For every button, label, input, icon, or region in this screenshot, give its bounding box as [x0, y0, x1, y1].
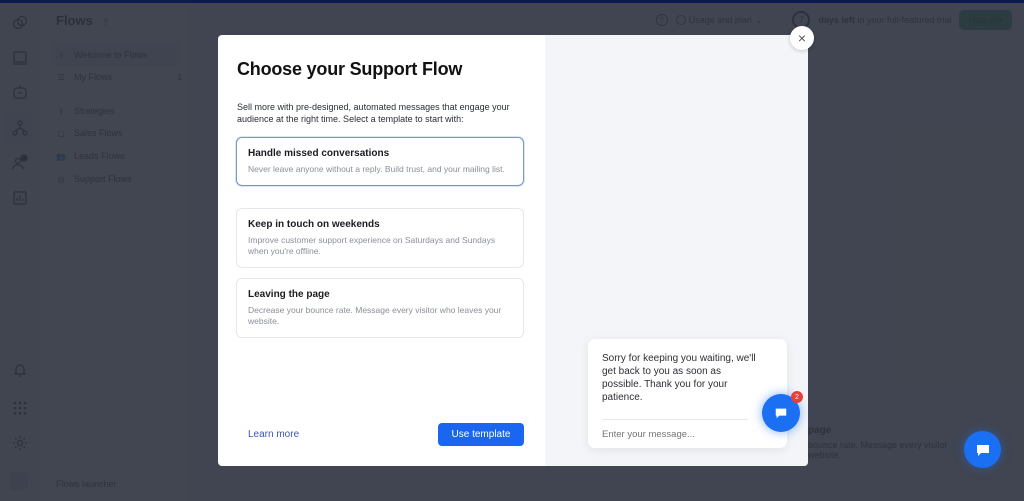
template-title: Keep in touch on weekends [248, 219, 380, 230]
chat-launcher-button[interactable] [964, 431, 1001, 468]
close-icon: × [797, 30, 807, 46]
chat-preview-card: Sorry for keeping you waiting, we'll get… [588, 339, 787, 448]
choose-flow-modal: Choose your Support Flow Sell more with … [218, 35, 808, 466]
unread-badge: 2 [791, 391, 803, 403]
chat-message-input[interactable] [602, 429, 752, 440]
chat-icon [976, 444, 989, 456]
template-description: Decrease your bounce rate. Message every… [248, 305, 502, 326]
modal-content: Choose your Support Flow Sell more with … [218, 35, 545, 466]
preview-panel: Sorry for keeping you waiting, we'll get… [545, 35, 808, 466]
template-card-missed-conversations[interactable]: Handle missed conversations Never leave … [236, 137, 524, 186]
use-template-button[interactable]: Use template [438, 423, 524, 446]
template-description: Never leave anyone without a reply. Buil… [248, 164, 505, 174]
template-title: Leaving the page [248, 289, 330, 300]
template-description: Improve customer support experience on S… [248, 235, 496, 256]
chat-divider [602, 419, 748, 420]
chat-icon [775, 408, 787, 419]
learn-more-link[interactable]: Learn more [248, 429, 299, 440]
chat-preview-bubble[interactable]: 2 [762, 391, 803, 432]
template-card-weekends[interactable]: Keep in touch on weekends Improve custom… [236, 208, 524, 268]
template-title: Handle missed conversations [248, 148, 390, 159]
modal-intro: Sell more with pre-designed, automated m… [237, 102, 510, 124]
template-card-leaving-page[interactable]: Leaving the page Decrease your bounce ra… [236, 278, 524, 338]
close-modal-button[interactable]: × [790, 26, 814, 50]
modal-title: Choose your Support Flow [237, 59, 463, 79]
chat-preview-message: Sorry for keeping you waiting, we'll get… [602, 353, 756, 403]
top-accent-strip [0, 0, 1024, 3]
